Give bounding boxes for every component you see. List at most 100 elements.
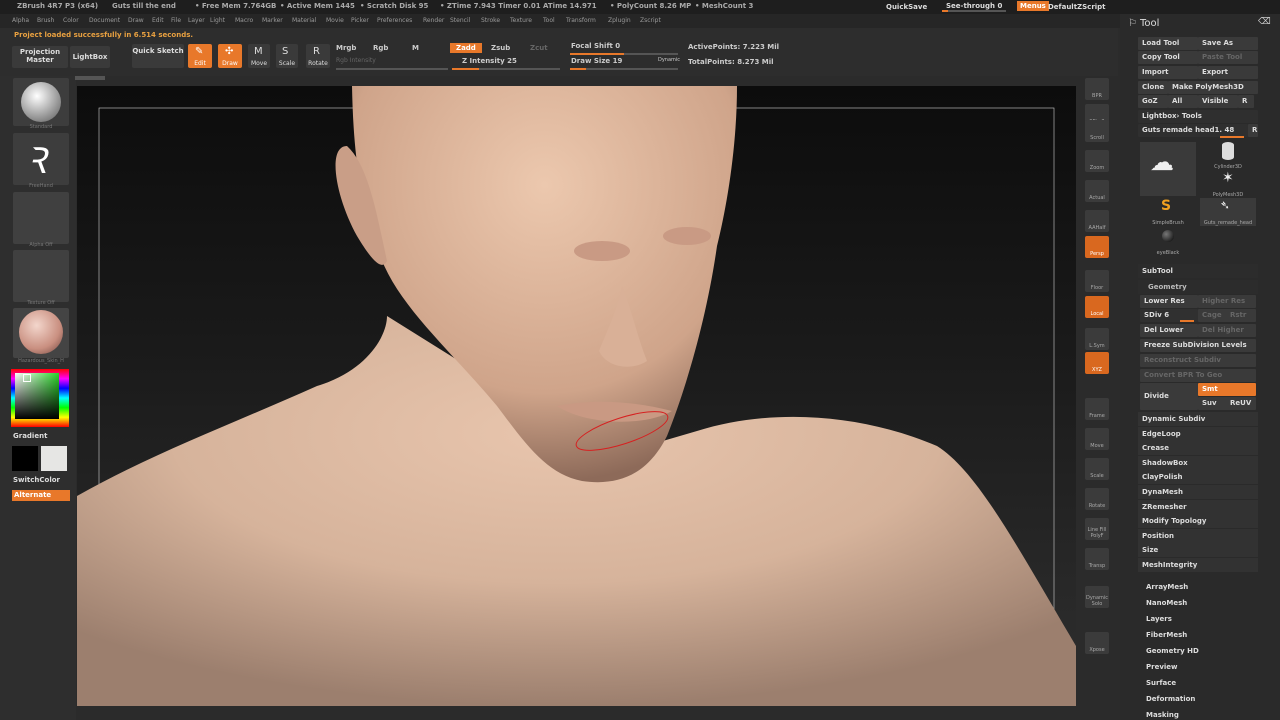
eyeblack-thumbnail[interactable]: eyeBlack [1140,228,1196,256]
import-button[interactable]: Import [1138,66,1198,79]
geometry-section[interactable]: Geometry [1138,280,1258,294]
dynamic-toggle[interactable]: Dynamic [658,57,680,63]
shelf-scale-button[interactable]: Scale [1085,458,1109,480]
geometry-size-section[interactable]: Size [1138,543,1258,558]
suv-toggle[interactable]: Suv [1198,397,1228,410]
shelf-dynamic-solo-button[interactable]: Dynamic Solo [1085,586,1109,608]
menu-stroke[interactable]: Stroke [481,17,500,24]
alternate-button[interactable]: Alternate [12,490,70,501]
menu-movie[interactable]: Movie [326,17,344,24]
shelf-persp-button[interactable]: Persp [1085,236,1109,258]
geometry-claypolish-section[interactable]: ClayPolish [1138,470,1258,485]
quicksave-button[interactable]: QuickSave [886,3,927,11]
del-lower-button[interactable]: Del Lower [1140,324,1198,337]
cylinder-thumbnail[interactable]: Cylinder3D [1200,142,1256,170]
scale-button[interactable]: S Scale [276,44,298,68]
clone-button[interactable]: Clone [1138,81,1168,94]
menu-texture[interactable]: Texture [510,17,532,24]
menu-light[interactable]: Light [210,17,225,24]
geometry-dynamesh-section[interactable]: DynaMesh [1138,485,1258,499]
alpha-thumbnail[interactable] [13,192,69,244]
shelf-line-fill-polyf-button[interactable]: Line Fill PolyF [1085,518,1109,540]
menu-preferences[interactable]: Preferences [377,17,412,24]
shelf-local-button[interactable]: Local [1085,296,1109,318]
focal-shift-slider[interactable]: Focal Shift 0 [571,42,620,50]
document-canvas[interactable] [77,86,1076,706]
shelf-move-button[interactable]: Move [1085,428,1109,450]
palette-close-icon[interactable]: ⌫ [1258,17,1271,27]
menu-tool[interactable]: Tool [543,17,555,24]
rstr-button[interactable]: Rstr [1226,309,1256,322]
menu-file[interactable]: File [171,17,181,24]
menu-document[interactable]: Document [89,17,120,24]
export-button[interactable]: Export [1198,66,1258,79]
shelf-scroll-button[interactable]: Scroll [1085,120,1109,142]
polymesh-thumbnail[interactable]: ✶ PolyMesh3D [1200,170,1256,198]
section-fibermesh[interactable]: FiberMesh [1146,631,1187,639]
brush-thumbnail[interactable] [13,78,69,126]
subtool-section[interactable]: SubTool [1138,264,1258,278]
menu-zplugin[interactable]: Zplugin [608,17,631,24]
m-button[interactable]: M [412,44,419,52]
copy-tool-button[interactable]: Copy Tool [1138,51,1198,64]
shelf-aahalf-button[interactable]: AAHalf [1085,210,1109,232]
menu-layer[interactable]: Layer [188,17,205,24]
section-arraymesh[interactable]: ArrayMesh [1146,583,1188,591]
section-deformation[interactable]: Deformation [1146,695,1195,703]
section-geometry-hd[interactable]: Geometry HD [1146,647,1199,655]
shelf-floor-button[interactable]: Floor [1085,270,1109,292]
color-picker[interactable] [11,369,69,427]
geometry-position-section[interactable]: Position [1138,528,1258,543]
make-polymesh-button[interactable]: Make PolyMesh3D [1168,81,1258,94]
lightbox-tools-button[interactable]: Lightbox› Tools [1138,110,1258,123]
stroke-thumbnail[interactable]: Ꝛ [13,133,69,185]
lower-res-button[interactable]: Lower Res [1140,295,1198,308]
visible-button[interactable]: Visible [1198,95,1238,108]
z-intensity-slider[interactable]: Z Intensity 25 [462,57,517,65]
switch-color-button[interactable]: SwitchColor [13,476,60,484]
draw-size-slider[interactable]: Draw Size 19 [571,57,622,65]
shelf-actual-button[interactable]: Actual [1085,180,1109,202]
save-as-button[interactable]: Save As [1198,37,1258,50]
shelf-zoom-button[interactable]: Zoom [1085,150,1109,172]
freeze-subdivision-button[interactable]: Freeze SubDivision Levels [1140,339,1256,352]
quick-sketch-button[interactable]: Quick Sketch [132,44,184,68]
secondary-color-swatch[interactable] [41,446,67,471]
shelf-l-sym-button[interactable]: L.Sym [1085,328,1109,350]
main-color-swatch[interactable] [12,446,38,471]
shelf-bpr-button[interactable]: BPR [1085,78,1109,100]
divide-button[interactable]: Divide [1140,383,1198,410]
menu-transform[interactable]: Transform [566,17,596,24]
convert-bpr-button[interactable]: Convert BPR To Geo [1140,369,1256,382]
texture-thumbnail[interactable] [13,250,69,302]
section-masking[interactable]: Masking [1146,711,1179,719]
simplebrush-thumbnail[interactable]: S SimpleBrush [1140,198,1196,226]
paste-tool-button[interactable]: Paste Tool [1198,51,1258,64]
color-square[interactable] [15,373,59,419]
shelf-handle[interactable] [75,76,105,80]
geometry-dynamic-subdiv-section[interactable]: Dynamic Subdiv [1138,412,1258,426]
see-through-slider[interactable]: See-through 0 [946,2,1002,10]
menu-alpha[interactable]: Alpha [12,17,29,24]
menus-button[interactable]: Menus [1017,1,1049,11]
shelf-xyz-button[interactable]: XYZ [1085,352,1109,374]
mrgb-button[interactable]: Mrgb [336,44,356,52]
geometry-modify-topology-section[interactable]: Modify Topology [1138,514,1258,529]
menu-marker[interactable]: Marker [262,17,283,24]
section-preview[interactable]: Preview [1146,663,1178,671]
zadd-button[interactable]: Zadd [450,43,482,53]
move-button[interactable]: M Move [248,44,270,68]
shelf-rotate-button[interactable]: Rotate [1085,488,1109,510]
menu-brush[interactable]: Brush [37,17,54,24]
menu-picker[interactable]: Picker [351,17,369,24]
section-nanomesh[interactable]: NanoMesh [1146,599,1187,607]
geometry-zremesher-section[interactable]: ZRemesher [1138,499,1258,514]
menu-stencil[interactable]: Stencil [450,17,470,24]
r-button[interactable]: R [1238,95,1254,108]
projection-master-button[interactable]: Projection Master [12,46,68,68]
r-tool-button[interactable]: R [1248,124,1258,137]
menu-edit[interactable]: Edit [152,17,164,24]
rgb-button[interactable]: Rgb [373,44,388,52]
higher-res-button[interactable]: Higher Res [1198,295,1256,308]
load-tool-button[interactable]: Load Tool [1138,37,1198,50]
